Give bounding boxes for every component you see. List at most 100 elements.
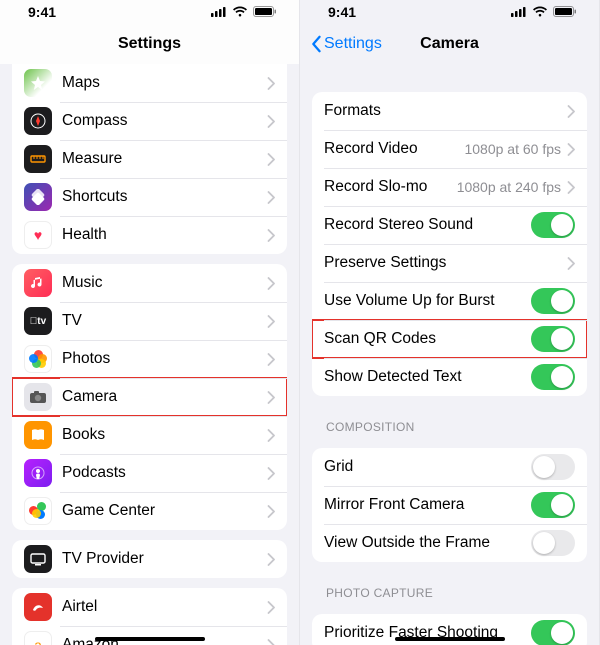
settings-row-maps[interactable]: Maps [12,64,287,102]
setting-row-record-stereo-sound[interactable]: Record Stereo Sound [312,206,587,244]
toggle-show-detected-text[interactable] [531,364,575,390]
row-label: TV [62,312,267,330]
chevron-right-icon [267,391,275,404]
settings-row-airtel[interactable]: Airtel [12,588,287,626]
setting-row-preserve-settings[interactable]: Preserve Settings [312,244,587,282]
settings-screen: 9:41 Settings Maps Compass Measure Shortcut… [0,0,300,645]
settings-row-shortcuts[interactable]: Shortcuts [12,178,287,216]
row-label: View Outside the Frame [324,534,531,552]
row-label: Music [62,274,267,292]
status-bar: 9:41 [300,0,599,24]
row-label: Shortcuts [62,188,267,206]
row-label: Use Volume Up for Burst [324,292,531,310]
settings-group: Music tvTVPhotos Camera Books Podcasts Game … [12,264,287,530]
settings-row-gamecenter[interactable]: Game Center [12,492,287,530]
settings-row-measure[interactable]: Measure [12,140,287,178]
measure-icon [24,145,52,173]
chevron-right-icon [267,191,275,204]
setting-row-scan-qr-codes[interactable]: Scan QR Codes [312,320,587,358]
camera-icon [24,383,52,411]
setting-row-view-outside-the-frame[interactable]: View Outside the Frame [312,524,587,562]
cellular-icon [211,4,227,20]
settings-group: Maps Compass Measure Shortcuts ♥ Health [12,64,287,254]
row-label: Formats [324,102,567,120]
chevron-right-icon [267,639,275,645]
toggle-mirror-front-camera[interactable] [531,492,575,518]
home-indicator[interactable] [395,637,505,642]
camera-settings-screen: 9:41 Settings Camera Formats Record Video… [300,0,600,645]
nav-bar: Settings Camera [300,24,599,64]
toggle-scan-qr-codes[interactable] [531,326,575,352]
settings-row-amazon[interactable]: aAmazon [12,626,287,645]
airtel-icon [24,593,52,621]
chevron-right-icon [267,353,275,366]
compass-icon [24,107,52,135]
settings-row-tvprovider[interactable]: TV Provider [12,540,287,578]
chevron-left-icon [310,35,322,53]
row-label: Maps [62,74,267,92]
amazon-icon: a [24,631,52,645]
section-header: PHOTO CAPTURE [300,572,599,604]
nav-bar: Settings [0,24,299,64]
battery-icon [253,4,277,20]
chevron-right-icon [267,467,275,480]
row-label: Compass [62,112,267,130]
chevron-right-icon [567,143,575,156]
toggle-grid[interactable] [531,454,575,480]
photos-icon [24,345,52,373]
toggle-prioritize-faster-shooting[interactable] [531,620,575,645]
row-label: Camera [62,388,267,406]
row-label: Airtel [62,598,267,616]
settings-row-music[interactable]: Music [12,264,287,302]
status-time: 9:41 [28,4,56,20]
setting-row-record-video[interactable]: Record Video1080p at 60 fps [312,130,587,168]
setting-row-show-detected-text[interactable]: Show Detected Text [312,358,587,396]
chevron-right-icon [267,115,275,128]
settings-list[interactable]: Maps Compass Measure Shortcuts ♥ Health Music … [0,64,299,645]
tvprovider-icon [24,545,52,573]
section-header: COMPOSITION [300,406,599,438]
chevron-right-icon [267,77,275,90]
chevron-right-icon [267,315,275,328]
home-indicator[interactable] [95,637,205,642]
page-title: Camera [420,35,479,53]
row-label: Scan QR Codes [324,330,531,348]
health-icon: ♥ [24,221,52,249]
row-label: Measure [62,150,267,168]
settings-row-tv[interactable]: tvTV [12,302,287,340]
toggle-use-volume-up-for-burst[interactable] [531,288,575,314]
row-label: Preserve Settings [324,254,567,272]
settings-row-photos[interactable]: Photos [12,340,287,378]
page-title: Settings [118,35,181,53]
maps-icon [24,69,52,97]
chevron-right-icon [267,153,275,166]
chevron-right-icon [567,181,575,194]
row-detail: 1080p at 240 fps [457,179,561,195]
settings-row-camera[interactable]: Camera [12,378,287,416]
row-label: Game Center [62,502,267,520]
camera-settings-list[interactable]: FormatsRecord Video1080p at 60 fpsRecord… [300,64,599,645]
books-icon [24,421,52,449]
row-label: Grid [324,458,531,476]
toggle-view-outside-the-frame[interactable] [531,530,575,556]
setting-row-mirror-front-camera[interactable]: Mirror Front Camera [312,486,587,524]
row-label: Health [62,226,267,244]
cellular-icon [511,4,527,20]
setting-row-grid[interactable]: Grid [312,448,587,486]
setting-row-record-slo-mo[interactable]: Record Slo-mo1080p at 240 fps [312,168,587,206]
row-label: Podcasts [62,464,267,482]
setting-row-formats[interactable]: Formats [312,92,587,130]
status-indicators [511,4,577,20]
status-indicators [211,4,277,20]
settings-row-books[interactable]: Books [12,416,287,454]
toggle-record-stereo-sound[interactable] [531,212,575,238]
row-detail: 1080p at 60 fps [464,141,561,157]
back-button[interactable]: Settings [310,35,382,53]
wifi-icon [532,4,548,20]
settings-row-compass[interactable]: Compass [12,102,287,140]
settings-row-podcasts[interactable]: Podcasts [12,454,287,492]
chevron-right-icon [567,257,575,270]
settings-row-health[interactable]: ♥ Health [12,216,287,254]
setting-row-use-volume-up-for-burst[interactable]: Use Volume Up for Burst [312,282,587,320]
wifi-icon [232,4,248,20]
